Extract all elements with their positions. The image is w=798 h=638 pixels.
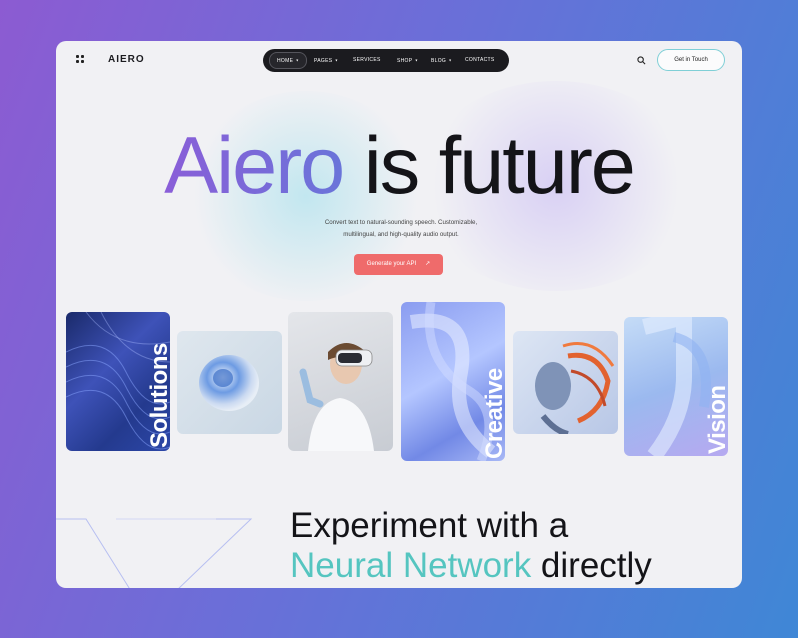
section-heading-rest: directly: [531, 546, 652, 585]
hero-subtitle-line: Convert text to natural-sounding speech.…: [324, 219, 478, 226]
hero-subtitle-line: multilingual, and high-quality audio out…: [343, 231, 459, 238]
nav-item-services[interactable]: SERVICES: [353, 53, 381, 68]
arrow-up-right-icon: ↗: [425, 261, 431, 267]
nav-item-pages[interactable]: PAGES ▾: [314, 53, 338, 68]
hero-title-highlight: Aiero: [164, 121, 345, 211]
landing-page: AIERO HOME ▾ PAGES ▾ SERVICES SHOP ▾ BLOG ▾ …: [56, 41, 742, 588]
hero-title-rest: is future: [343, 121, 636, 211]
hero-title: Aiero is future: [56, 121, 742, 211]
card-solutions[interactable]: Solutions: [66, 312, 170, 451]
section-heading-line1: Experiment with a: [290, 506, 569, 545]
vr-headset-person-image: [299, 343, 374, 451]
search-icon[interactable]: [637, 56, 646, 65]
logo[interactable]: AIERO: [108, 54, 145, 65]
decorative-line-shape: [56, 518, 253, 588]
nav-item-blog[interactable]: BLOG ▾: [431, 53, 451, 68]
nav-item-contacts[interactable]: CONTACTS: [465, 53, 495, 68]
card-creative[interactable]: Creative: [401, 302, 505, 461]
nav-item-shop[interactable]: SHOP ▾: [397, 53, 418, 68]
chevron-down-icon: ▾: [296, 57, 299, 63]
glass-orb-image: [199, 355, 259, 411]
card-word-creative: Creative: [481, 368, 505, 459]
section-heading: Experiment with a Neural Network directl…: [290, 506, 652, 586]
section-heading-line2: Neural Network directly: [290, 546, 652, 586]
hero-subtitle: Convert text to natural-sounding speech.…: [306, 217, 496, 241]
generate-api-button[interactable]: Generate your API ↗: [354, 254, 443, 275]
ai-face-image: [535, 342, 615, 434]
card-glass-orb[interactable]: [177, 331, 282, 434]
nav-item-home[interactable]: HOME ▾: [269, 52, 307, 69]
chevron-down-icon: ▾: [335, 57, 338, 63]
chevron-down-icon: ▾: [415, 57, 418, 63]
card-ai-face[interactable]: [513, 331, 618, 434]
section-heading-highlight: Neural Network: [290, 546, 532, 585]
chevron-down-icon: ▾: [449, 57, 452, 63]
get-in-touch-button[interactable]: Get in Touch: [657, 49, 725, 71]
card-vr-person[interactable]: [288, 312, 393, 451]
card-word-vision: Vision: [704, 385, 728, 454]
card-vision[interactable]: Vision: [624, 317, 728, 456]
generate-api-label: Generate your API: [366, 261, 417, 267]
main-nav: HOME ▾ PAGES ▾ SERVICES SHOP ▾ BLOG ▾ CONTAC…: [263, 49, 509, 72]
grid-menu-icon[interactable]: [76, 55, 84, 63]
card-word-solutions: Solutions: [146, 343, 170, 448]
